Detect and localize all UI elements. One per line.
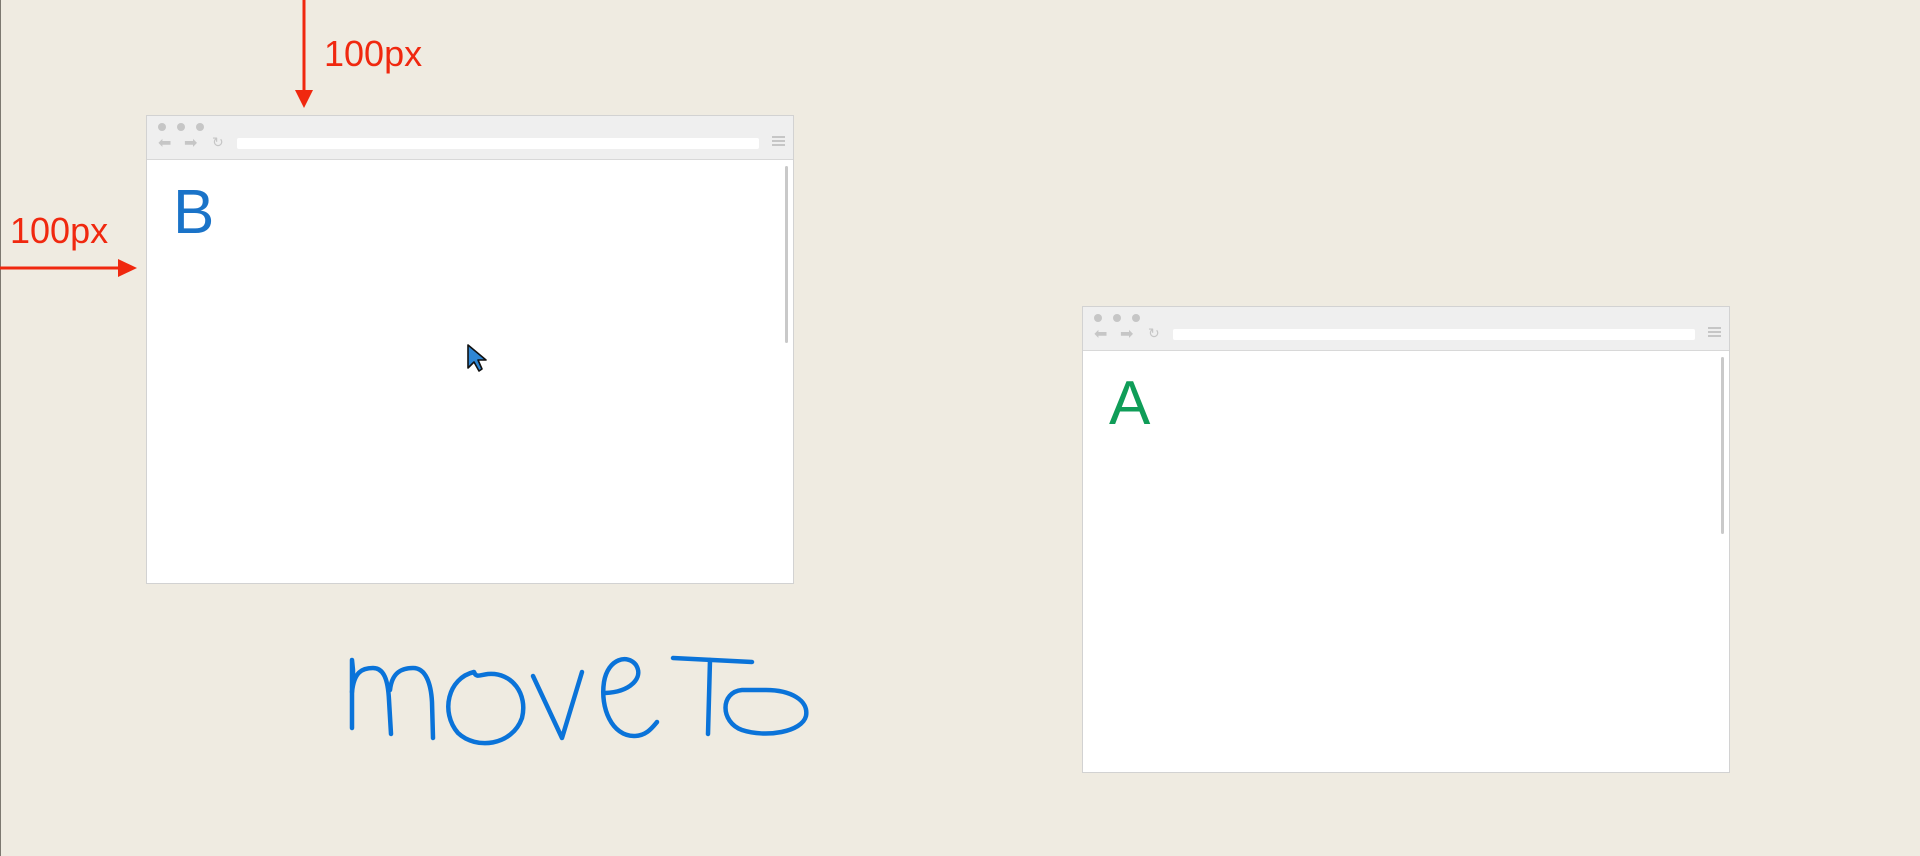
window-minimize-dot[interactable] (1113, 314, 1121, 322)
window-maximize-dot[interactable] (1132, 314, 1140, 322)
back-arrow-icon[interactable]: ⬅ (158, 135, 171, 151)
window-close-dot[interactable] (158, 123, 166, 131)
reload-icon[interactable]: ↻ (212, 135, 224, 151)
browser-window-a: ⬅ ➡ ↻ A (1082, 306, 1730, 773)
browser-window-b: ⬅ ➡ ↻ B (146, 115, 794, 584)
back-arrow-icon[interactable]: ⬅ (1094, 326, 1107, 342)
address-bar[interactable] (237, 138, 759, 149)
window-minimize-dot[interactable] (177, 123, 185, 131)
forward-arrow-icon[interactable]: ➡ (1120, 326, 1133, 342)
scrollbar[interactable] (1721, 357, 1724, 534)
top-offset-label: 100px (324, 33, 423, 74)
browser-toolbar: ⬅ ➡ ↻ (1083, 307, 1729, 351)
address-bar[interactable] (1173, 329, 1695, 340)
window-letter-b: B (173, 178, 215, 247)
browser-toolbar: ⬅ ➡ ↻ (147, 116, 793, 160)
forward-arrow-icon[interactable]: ➡ (184, 135, 197, 151)
hamburger-menu-icon[interactable] (772, 136, 785, 148)
hamburger-menu-icon[interactable] (1708, 327, 1721, 339)
window-maximize-dot[interactable] (196, 123, 204, 131)
window-letter-a: A (1109, 369, 1151, 438)
scrollbar[interactable] (785, 166, 788, 343)
top-offset-arrow (295, 0, 313, 108)
page-left-edge (0, 0, 1, 856)
left-offset-arrow (0, 259, 137, 277)
handwritten-moveto (349, 655, 809, 746)
left-offset-label: 100px (10, 210, 109, 251)
reload-icon[interactable]: ↻ (1148, 326, 1160, 342)
window-close-dot[interactable] (1094, 314, 1102, 322)
